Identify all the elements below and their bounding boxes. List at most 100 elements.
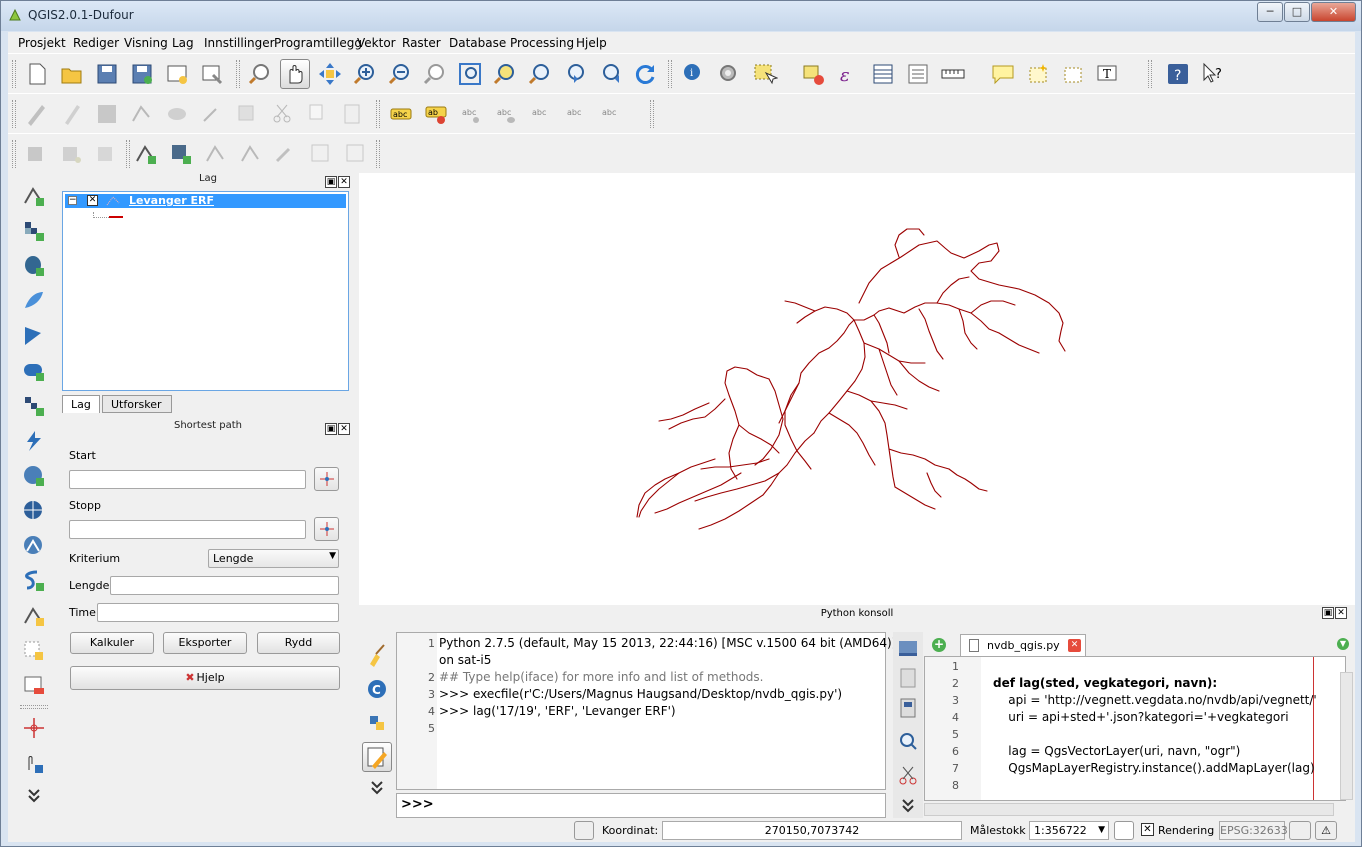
float-panel-icon[interactable]: ▣ xyxy=(325,176,337,188)
cut-icon[interactable] xyxy=(894,762,922,790)
whats-this-icon[interactable]: ? xyxy=(1198,59,1228,89)
shortest-path-start-icon[interactable] xyxy=(19,713,49,743)
layer-tree[interactable]: − ✕ Levanger ERF xyxy=(62,191,349,391)
add-postgis-layer-icon[interactable] xyxy=(19,251,49,281)
chevron-down-icon[interactable] xyxy=(894,798,922,813)
render-checkbox[interactable]: ✕ xyxy=(1141,823,1154,836)
add-part-icon[interactable] xyxy=(236,139,266,169)
menu-lag[interactable]: Lag xyxy=(172,36,194,50)
warning-icon[interactable]: ⚠ xyxy=(1315,821,1337,840)
add-gpx-layer-icon[interactable] xyxy=(19,566,49,596)
copy-features-icon[interactable] xyxy=(302,99,332,129)
add-tab-icon[interactable]: + xyxy=(932,638,946,652)
menu-innstillinger[interactable]: Innstillinger xyxy=(204,36,275,50)
editor-text-area[interactable]: 1 2 def lag(sted, vegkategori, navn): 3 … xyxy=(924,656,1346,801)
pan-to-selection-icon[interactable] xyxy=(315,59,345,89)
zoom-in-icon[interactable] xyxy=(350,59,380,89)
length-field[interactable] xyxy=(110,576,339,595)
toggle-editing-icon[interactable] xyxy=(57,99,87,129)
new-print-composer-icon[interactable] xyxy=(162,59,192,89)
add-gps-layer-icon[interactable] xyxy=(19,531,49,561)
add-feature-icon[interactable] xyxy=(127,99,157,129)
layer-name[interactable]: Levanger ERF xyxy=(129,194,214,207)
label-change-icon[interactable]: abc xyxy=(596,99,626,129)
measure-line-icon[interactable] xyxy=(938,59,968,89)
save-as-file-icon[interactable] xyxy=(894,694,922,722)
map-canvas[interactable] xyxy=(359,173,1355,605)
help-button[interactable]: ✖ Hjelp xyxy=(70,666,340,690)
new-spatialite-layer-icon[interactable] xyxy=(19,636,49,666)
menu-programtillegg[interactable]: Programtillegg xyxy=(274,36,362,50)
save-project-icon[interactable] xyxy=(92,59,122,89)
scale-combobox[interactable]: 1:356722 ▼ xyxy=(1029,821,1109,840)
python-console-input[interactable]: >>> xyxy=(396,793,886,818)
vertical-scrollbar[interactable] xyxy=(1340,672,1353,800)
remove-layer-icon[interactable] xyxy=(19,671,49,701)
minimize-button[interactable]: ─ xyxy=(1257,2,1283,22)
start-pick-button[interactable] xyxy=(314,467,339,491)
add-layer-group-icon[interactable] xyxy=(22,139,52,169)
close-panel-icon[interactable]: ✕ xyxy=(338,423,350,435)
show-bookmarks-icon[interactable] xyxy=(1058,59,1088,89)
find-text-icon[interactable] xyxy=(894,728,922,756)
zoom-next-icon[interactable] xyxy=(595,59,625,89)
node-tool-icon[interactable] xyxy=(197,99,227,129)
zoom-out-icon[interactable] xyxy=(385,59,415,89)
close-panel-icon[interactable]: ✕ xyxy=(1335,607,1347,619)
layer-labeling-icon[interactable]: abc xyxy=(386,99,416,129)
add-ring-icon[interactable] xyxy=(201,139,231,169)
calculate-button[interactable]: Kalkuler xyxy=(70,632,154,654)
clear-button[interactable]: Rydd xyxy=(257,632,340,654)
add-mssql-layer-icon[interactable] xyxy=(19,321,49,351)
touch-identify-icon[interactable] xyxy=(19,748,49,778)
deselect-icon[interactable] xyxy=(798,59,828,89)
stop-input[interactable] xyxy=(69,520,306,539)
menu-processing[interactable]: Processing xyxy=(510,36,574,50)
paste-features-icon[interactable] xyxy=(337,99,367,129)
label-show-hide-icon[interactable]: abc xyxy=(491,99,521,129)
zoom-last-icon[interactable] xyxy=(560,59,590,89)
add-wcs-layer-icon[interactable] xyxy=(19,461,49,491)
pan-map-icon[interactable] xyxy=(280,59,310,89)
zoom-full-icon[interactable] xyxy=(455,59,485,89)
add-raster-node-icon[interactable] xyxy=(166,139,196,169)
label-move-icon[interactable]: abc xyxy=(526,99,556,129)
zoom-to-selection-icon[interactable] xyxy=(490,59,520,89)
zoom-to-layer-icon[interactable] xyxy=(525,59,555,89)
touch-zoom-icon[interactable] xyxy=(245,59,275,89)
toggle-extents-icon[interactable] xyxy=(574,821,594,840)
export-button[interactable]: Eksporter xyxy=(163,632,247,654)
reshape-icon[interactable] xyxy=(271,139,301,169)
merge-features-icon[interactable] xyxy=(341,139,371,169)
tab-list-icon[interactable]: ▼ xyxy=(1337,638,1349,650)
stop-pick-button[interactable] xyxy=(314,517,339,541)
chevron-down-icon[interactable] xyxy=(19,787,49,803)
select-by-expression-icon[interactable]: ε xyxy=(833,59,863,89)
current-edits-icon[interactable] xyxy=(22,99,52,129)
layer-row[interactable]: − ✕ Levanger ERF xyxy=(65,194,346,208)
collapse-toggle-icon[interactable]: − xyxy=(68,196,77,205)
save-edits-icon[interactable] xyxy=(92,99,122,129)
composer-manager-icon[interactable] xyxy=(197,59,227,89)
save-as-icon[interactable] xyxy=(127,59,157,89)
layer-visibility-checkbox[interactable]: ✕ xyxy=(87,195,98,206)
chevron-down-icon[interactable] xyxy=(362,780,392,795)
save-file-icon[interactable] xyxy=(894,664,922,692)
split-features-icon[interactable] xyxy=(306,139,336,169)
menu-prosjekt[interactable]: Prosjekt xyxy=(18,36,66,50)
delete-selected-icon[interactable] xyxy=(232,99,262,129)
label-pin-icon[interactable]: ab xyxy=(421,99,451,129)
text-annotation-icon[interactable]: T xyxy=(1093,59,1123,89)
new-bookmark-icon[interactable] xyxy=(1023,59,1053,89)
menu-raster[interactable]: Raster xyxy=(402,36,441,50)
open-file-icon[interactable] xyxy=(894,634,922,662)
tab-utforsker[interactable]: Utforsker xyxy=(102,395,172,413)
menu-vektor[interactable]: Vektor xyxy=(357,36,396,50)
close-panel-icon[interactable]: ✕ xyxy=(338,176,350,188)
new-layer-icon[interactable] xyxy=(57,139,87,169)
horizontal-scrollbar[interactable] xyxy=(924,803,1334,816)
new-project-icon[interactable] xyxy=(22,59,52,89)
criterion-select[interactable]: Lengde ▼ xyxy=(208,549,339,568)
run-command-icon[interactable] xyxy=(362,708,392,738)
label-pin-unpin-icon[interactable]: abc xyxy=(456,99,486,129)
